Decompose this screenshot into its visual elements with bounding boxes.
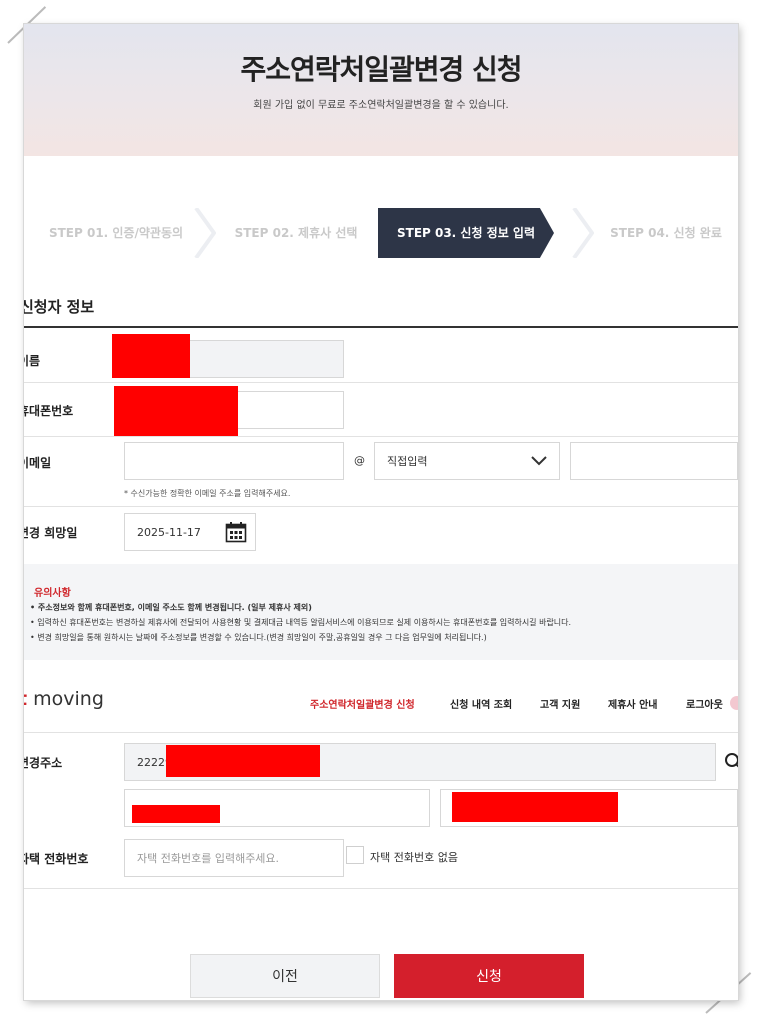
section-title-applicant: 신청자 정보 bbox=[24, 298, 95, 316]
search-icon[interactable] bbox=[724, 752, 738, 770]
email-domain-value: 직접입력 bbox=[387, 455, 428, 468]
top-navigation: t moving 주소연락처일괄변경 신청 신청 내역 조회 고객 지원 제휴사… bbox=[24, 678, 738, 722]
redaction-address bbox=[166, 745, 320, 777]
desired-date-value: 2025-11-17 bbox=[137, 525, 201, 539]
submit-button[interactable]: 신청 bbox=[394, 954, 584, 998]
redaction-address-line2 bbox=[452, 792, 618, 822]
prev-button[interactable]: 이전 bbox=[190, 954, 380, 998]
email-domain-select[interactable]: 직접입력 bbox=[374, 442, 560, 480]
home-phone-label: 자택 전화번호 bbox=[24, 852, 89, 866]
step-2: STEP 02. 제휴사 선택 bbox=[234, 226, 358, 240]
row-divider bbox=[24, 382, 738, 383]
hero-banner: 주소연락처일괄변경 신청 회원 가입 없이 무료로 주소연락처일괄변경을 할 수… bbox=[24, 24, 738, 156]
nav-item-partners[interactable]: 제휴사 안내 bbox=[608, 696, 657, 711]
notice-line: • 주소정보와 함께 휴대폰번호, 이메일 주소도 함께 변경됩니다. (일부 … bbox=[30, 603, 312, 612]
redaction-name bbox=[112, 334, 190, 378]
email-domain-field[interactable] bbox=[570, 442, 738, 480]
step-separator-icon bbox=[572, 208, 594, 258]
no-home-phone-checkbox[interactable] bbox=[346, 846, 364, 864]
desired-date-field[interactable]: 2025-11-17 bbox=[124, 513, 256, 551]
nav-item-logout[interactable]: 로그아웃 bbox=[686, 696, 723, 711]
home-phone-field[interactable]: 자택 전화번호를 입력해주세요. bbox=[124, 839, 344, 877]
home-phone-placeholder: 자택 전화번호를 입력해주세요. bbox=[137, 852, 280, 865]
brand-logo-mark: t bbox=[24, 688, 27, 710]
nav-item-history[interactable]: 신청 내역 조회 bbox=[450, 696, 512, 711]
notice-line: • 변경 희망일을 통해 원하시는 날짜에 주소정보를 변경할 수 있습니다.(… bbox=[30, 633, 487, 642]
row-divider bbox=[24, 436, 738, 437]
step-separator-icon bbox=[194, 208, 216, 258]
phone-label: 휴대폰번호 bbox=[24, 404, 74, 418]
notice-line: • 입력하신 휴대폰번호는 변경하실 제휴사에 전달되어 사용현황 및 결제대금… bbox=[30, 618, 572, 627]
page-title: 주소연락처일괄변경 신청 bbox=[240, 53, 522, 86]
page-subtitle: 회원 가입 없이 무료로 주소연락처일괄변경을 할 수 있습니다. bbox=[253, 100, 509, 111]
name-label: 이름 bbox=[24, 354, 41, 368]
redaction-phone bbox=[114, 386, 238, 436]
email-hint: * 수신가능한 정확한 이메일 주소를 입력해주세요. bbox=[124, 489, 291, 498]
step-1: STEP 01. 인증/약관동의 bbox=[48, 226, 184, 240]
calendar-icon[interactable] bbox=[225, 521, 247, 543]
redaction-address-line1 bbox=[132, 805, 220, 823]
notice-title: 유의사항 bbox=[34, 588, 71, 599]
desired-date-label: 변경 희망일 bbox=[24, 526, 78, 540]
step-indicator: STEP 01. 인증/약관동의 STEP 02. 제휴사 선택 STEP 03… bbox=[24, 208, 738, 258]
chevron-down-icon bbox=[531, 456, 547, 466]
email-at-sign: @ bbox=[354, 454, 365, 467]
brand-logo-text: moving bbox=[33, 688, 104, 710]
address-label: 변경주소 bbox=[24, 756, 63, 770]
page-frame: 주소연락처일괄변경 신청 회원 가입 없이 무료로 주소연락처일괄변경을 할 수… bbox=[24, 24, 738, 1000]
step-3: STEP 03. 신청 정보 입력 bbox=[378, 208, 554, 258]
no-home-phone-label[interactable]: 자택 전화번호 없음 bbox=[370, 849, 458, 865]
nav-badge-icon bbox=[730, 696, 738, 710]
email-id-field[interactable] bbox=[124, 442, 344, 480]
section-divider bbox=[24, 326, 738, 328]
row-divider bbox=[24, 732, 738, 733]
notice-box: 유의사항 • 주소정보와 함께 휴대폰번호, 이메일 주소도 함께 변경됩니다.… bbox=[24, 564, 738, 660]
row-divider bbox=[24, 506, 738, 507]
brand-logo[interactable]: t moving bbox=[24, 688, 104, 710]
nav-item-apply[interactable]: 주소연락처일괄변경 신청 bbox=[310, 696, 415, 711]
row-divider bbox=[24, 888, 738, 889]
step-4: STEP 04. 신청 완료 bbox=[610, 226, 722, 240]
nav-item-support[interactable]: 고객 지원 bbox=[540, 696, 580, 711]
email-label: 이메일 bbox=[24, 456, 52, 470]
